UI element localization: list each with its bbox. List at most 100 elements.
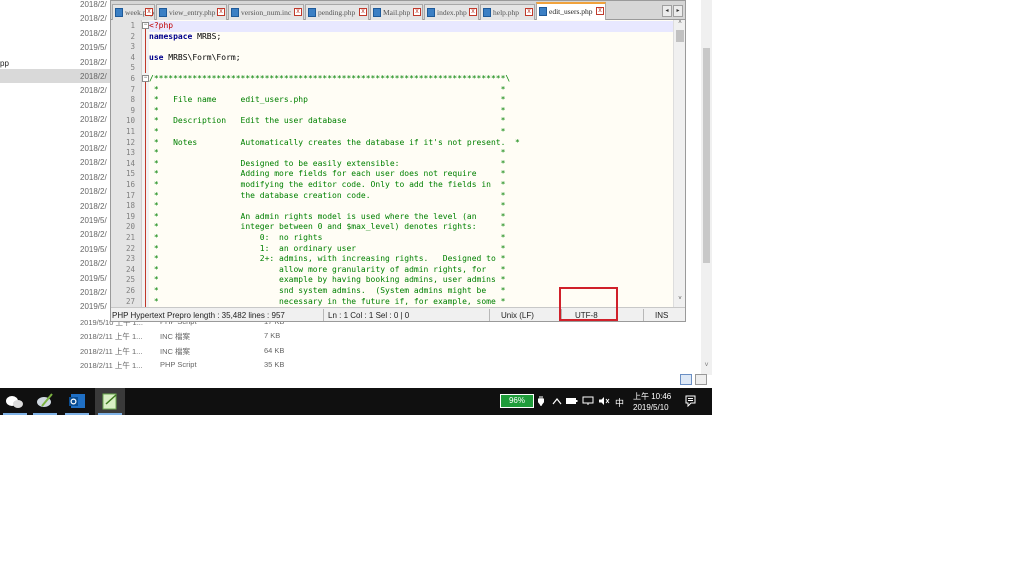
code-line[interactable] — [149, 42, 673, 53]
explorer-date-cell: 2019/5/ — [80, 43, 107, 53]
file-icon — [159, 8, 167, 17]
code-line[interactable]: * File name edit_users.php * — [149, 95, 673, 106]
notification-center-icon[interactable] — [685, 395, 696, 407]
tab-close-icon[interactable]: x — [217, 8, 225, 16]
file-icon — [427, 8, 435, 17]
explorer-nav-label[interactable]: pp — [0, 59, 9, 68]
explorer-file-row[interactable]: 2018/2/11 上午 1... PHP Script 35 KB — [80, 358, 300, 372]
code-line[interactable]: /***************************************… — [149, 74, 673, 85]
code-line[interactable]: * the database creation code. * — [149, 191, 673, 202]
code-token: * modifying the editor code. Only to add… — [149, 180, 506, 189]
tab-help-php[interactable]: help.php x — [480, 4, 535, 20]
tab-close-icon[interactable]: x — [596, 7, 604, 15]
code-line[interactable]: * An admin rights model is used where th… — [149, 212, 673, 223]
editor-scroll-thumb[interactable] — [676, 30, 684, 42]
code-token: * allow more granularity of admin rights… — [149, 264, 506, 274]
code-line[interactable]: * * — [149, 106, 673, 117]
ime-indicator[interactable]: 中 — [615, 396, 624, 409]
editor-vertical-scrollbar[interactable]: ˄ ˅ — [673, 20, 685, 307]
code-line[interactable]: * 0: no rights * — [149, 233, 673, 244]
code-token: * * — [149, 105, 506, 115]
battery-status-icon[interactable] — [566, 397, 578, 405]
explorer-scrollbar[interactable]: ˅ — [701, 0, 712, 375]
tab-close-icon[interactable]: x — [359, 8, 367, 16]
code-line[interactable]: * 2+: admins, with increasing rights. De… — [149, 254, 673, 265]
code-editor[interactable]: 1 2 3 4 5 6 7 8 9 10 11 12 13 14 15 16 17 18 19 20 21 22 23 24 2… — [111, 20, 685, 307]
tab-close-icon[interactable]: x — [145, 8, 153, 16]
tab-week-php[interactable]: week.php x — [112, 4, 155, 20]
tab-index-php[interactable]: index.php x — [424, 4, 479, 20]
code-line[interactable]: use MRBS\Form\Form; — [149, 53, 673, 64]
tab-close-icon[interactable]: x — [413, 8, 421, 16]
file-icon — [539, 7, 547, 16]
explorer-date-cell: 2018/2/ — [80, 72, 107, 81]
explorer-scroll-down-arrow[interactable]: ˅ — [701, 362, 712, 372]
explorer-scroll-thumb[interactable] — [703, 48, 710, 263]
code-token: * the database creation code. * — [149, 190, 506, 200]
taskbar-running-indicator — [65, 413, 89, 415]
taskbar-app-paint[interactable] — [30, 388, 60, 415]
taskbar-app-outlook[interactable] — [62, 388, 92, 415]
chevron-up-icon[interactable] — [552, 397, 562, 405]
tab-scroll-right-button[interactable]: ▸ — [673, 5, 683, 17]
status-insert-mode: INS — [655, 311, 669, 320]
code-line[interactable]: * * — [149, 85, 673, 96]
tab-label: version_num.inc — [241, 8, 292, 17]
tab-version-num-inc[interactable]: version_num.inc x — [228, 4, 304, 20]
battery-percentage-badge[interactable]: 96% — [500, 394, 534, 408]
code-token: * Notes Automatically creates the databa… — [149, 137, 520, 147]
clock-time[interactable]: 上午 10:46 — [633, 391, 671, 402]
code-line[interactable]: * Notes Automatically creates the databa… — [149, 138, 673, 149]
explorer-date-cell: 2018/2/ — [80, 115, 107, 125]
tab-Mail-php[interactable]: Mail.php x — [370, 4, 423, 20]
tab-pending-php[interactable]: pending.php x — [305, 4, 369, 20]
fold-guide-line — [145, 29, 146, 73]
tab-edit-users-php[interactable]: edit_users.php x — [536, 2, 606, 20]
code-line[interactable]: * * — [149, 148, 673, 159]
code-line[interactable]: * * — [149, 201, 673, 212]
code-line[interactable]: * modifying the editor code. Only to add… — [149, 180, 673, 191]
code-line[interactable]: * integer between 0 and $max_level) deno… — [149, 222, 673, 233]
tab-close-icon[interactable]: x — [525, 8, 533, 16]
screen: pp 2018/2/2018/2/2018/2/2019/5/2018/2/20… — [0, 0, 712, 415]
code-line[interactable]: * example by having booking admins, user… — [149, 275, 673, 286]
explorer-size-cell: 7 KB — [264, 331, 281, 341]
taskbar-app-wechat[interactable] — [0, 388, 30, 415]
scroll-down-arrow[interactable]: ˅ — [674, 296, 685, 305]
network-icon[interactable] — [582, 396, 594, 406]
code-line[interactable]: * * — [149, 127, 673, 138]
code-area[interactable]: <?php namespace MRBS; use MRBS\Form\Form; /… — [149, 20, 673, 307]
explorer-date-cell: 2018/2/ — [80, 57, 107, 67]
notepadpp-icon — [102, 393, 117, 410]
explorer-file-row[interactable]: 2018/2/11 上午 1... INC 檔案 64 KB — [80, 344, 300, 358]
fold-collapse-icon[interactable]: − — [142, 75, 149, 82]
code-line[interactable]: namespace MRBS; — [149, 32, 673, 43]
code-token: * Description Edit the user database * — [149, 116, 506, 126]
outlook-icon — [69, 394, 85, 408]
code-line[interactable]: * Adding more fields for each user does … — [149, 169, 673, 180]
clock-date[interactable]: 2019/5/10 — [633, 403, 669, 412]
code-line[interactable]: * Designed to be easily extensible: * — [149, 159, 673, 170]
code-line[interactable] — [149, 63, 673, 74]
code-line[interactable]: * allow more granularity of admin rights… — [149, 265, 673, 276]
tab-close-icon[interactable]: x — [469, 8, 477, 16]
notepadpp-window: week.php x view_entry.php x version_num.inc x… — [110, 0, 686, 322]
code-line[interactable]: * Description Edit the user database * — [149, 116, 673, 127]
code-token: * * — [149, 148, 506, 158]
code-line[interactable]: * 1: an ordinary user * — [149, 244, 673, 255]
code-token: <?php — [149, 21, 174, 30]
line-number: 18 — [125, 201, 135, 211]
tab-view-entry-php[interactable]: view_entry.php x — [156, 4, 227, 20]
taskbar-app-notepadpp[interactable] — [95, 388, 125, 415]
tab-close-icon[interactable]: x — [294, 8, 302, 16]
fold-collapse-icon[interactable]: − — [142, 22, 149, 29]
tab-scroll-left-button[interactable]: ◂ — [662, 5, 672, 17]
code-token: /***************************************… — [149, 74, 511, 83]
code-line[interactable]: <?php — [149, 21, 673, 32]
volume-muted-icon[interactable] — [598, 396, 610, 406]
explorer-file-row[interactable]: 2018/2/11 上午 1... INC 檔案 7 KB — [80, 329, 300, 343]
details-view-icon[interactable] — [680, 374, 692, 385]
power-plug-icon[interactable] — [537, 395, 545, 407]
thumbnail-view-icon[interactable] — [695, 374, 707, 385]
scroll-up-arrow[interactable]: ˄ — [674, 20, 685, 29]
